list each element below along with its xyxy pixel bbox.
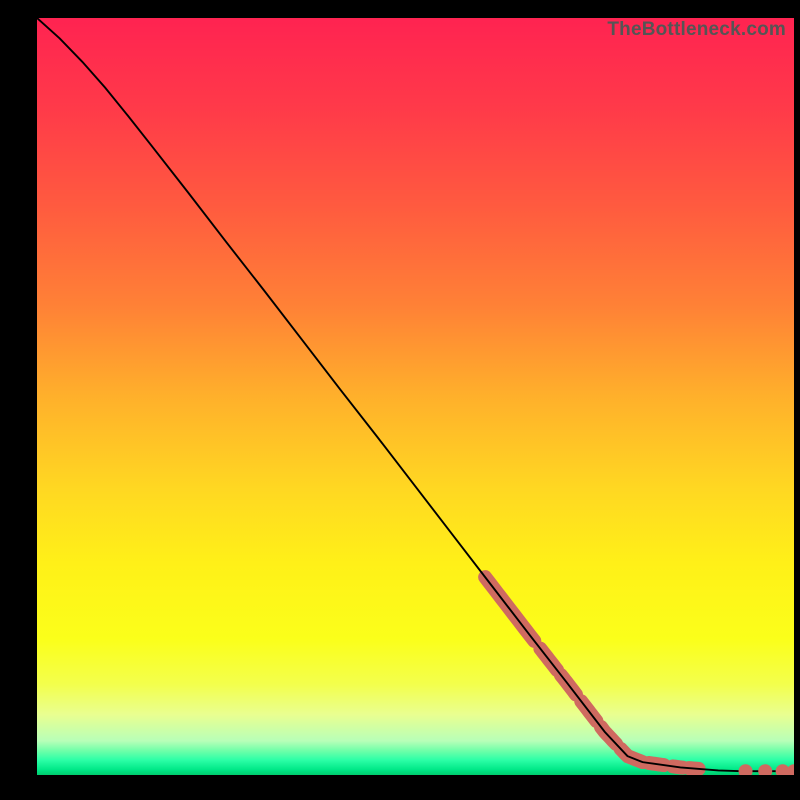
chart-frame: TheBottleneck.com (37, 18, 794, 775)
plot-background (37, 18, 794, 775)
dot-layer (739, 764, 794, 775)
watermark-text: TheBottleneck.com (607, 19, 786, 41)
bottleneck-chart (37, 18, 794, 775)
